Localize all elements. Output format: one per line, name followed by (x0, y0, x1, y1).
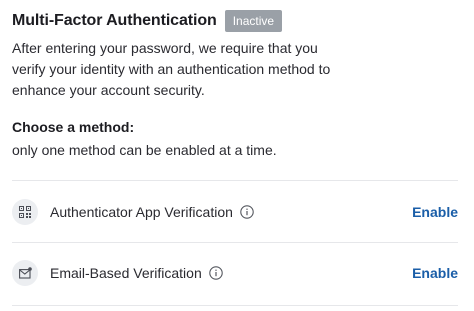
divider (12, 242, 458, 243)
method-subtext: only one method can be enabled at a time… (12, 142, 277, 158)
info-icon[interactable] (209, 266, 223, 280)
divider (12, 180, 458, 181)
page-title: Multi-Factor Authentication (12, 12, 217, 29)
method-label: Email-Based Verification (50, 265, 202, 281)
method-row-authenticator-app: Authenticator App Verification Enable (12, 197, 458, 227)
enable-authenticator-app-button[interactable]: Enable (412, 204, 458, 220)
enable-email-button[interactable]: Enable (412, 265, 458, 281)
mfa-description: After entering your password, we require… (12, 40, 331, 98)
method-row-email: Email-Based Verification Enable (12, 258, 458, 288)
info-icon[interactable] (240, 205, 254, 219)
mfa-panel: Multi-Factor Authentication Inactive Aft… (0, 0, 474, 311)
qr-code-icon (12, 199, 38, 225)
title-row: Multi-Factor Authentication Inactive (12, 9, 283, 33)
divider (12, 305, 458, 306)
method-label: Authenticator App Verification (50, 204, 233, 220)
status-badge: Inactive (224, 10, 283, 32)
method-heading: Choose a method: (12, 119, 135, 135)
envelope-icon (12, 260, 38, 286)
